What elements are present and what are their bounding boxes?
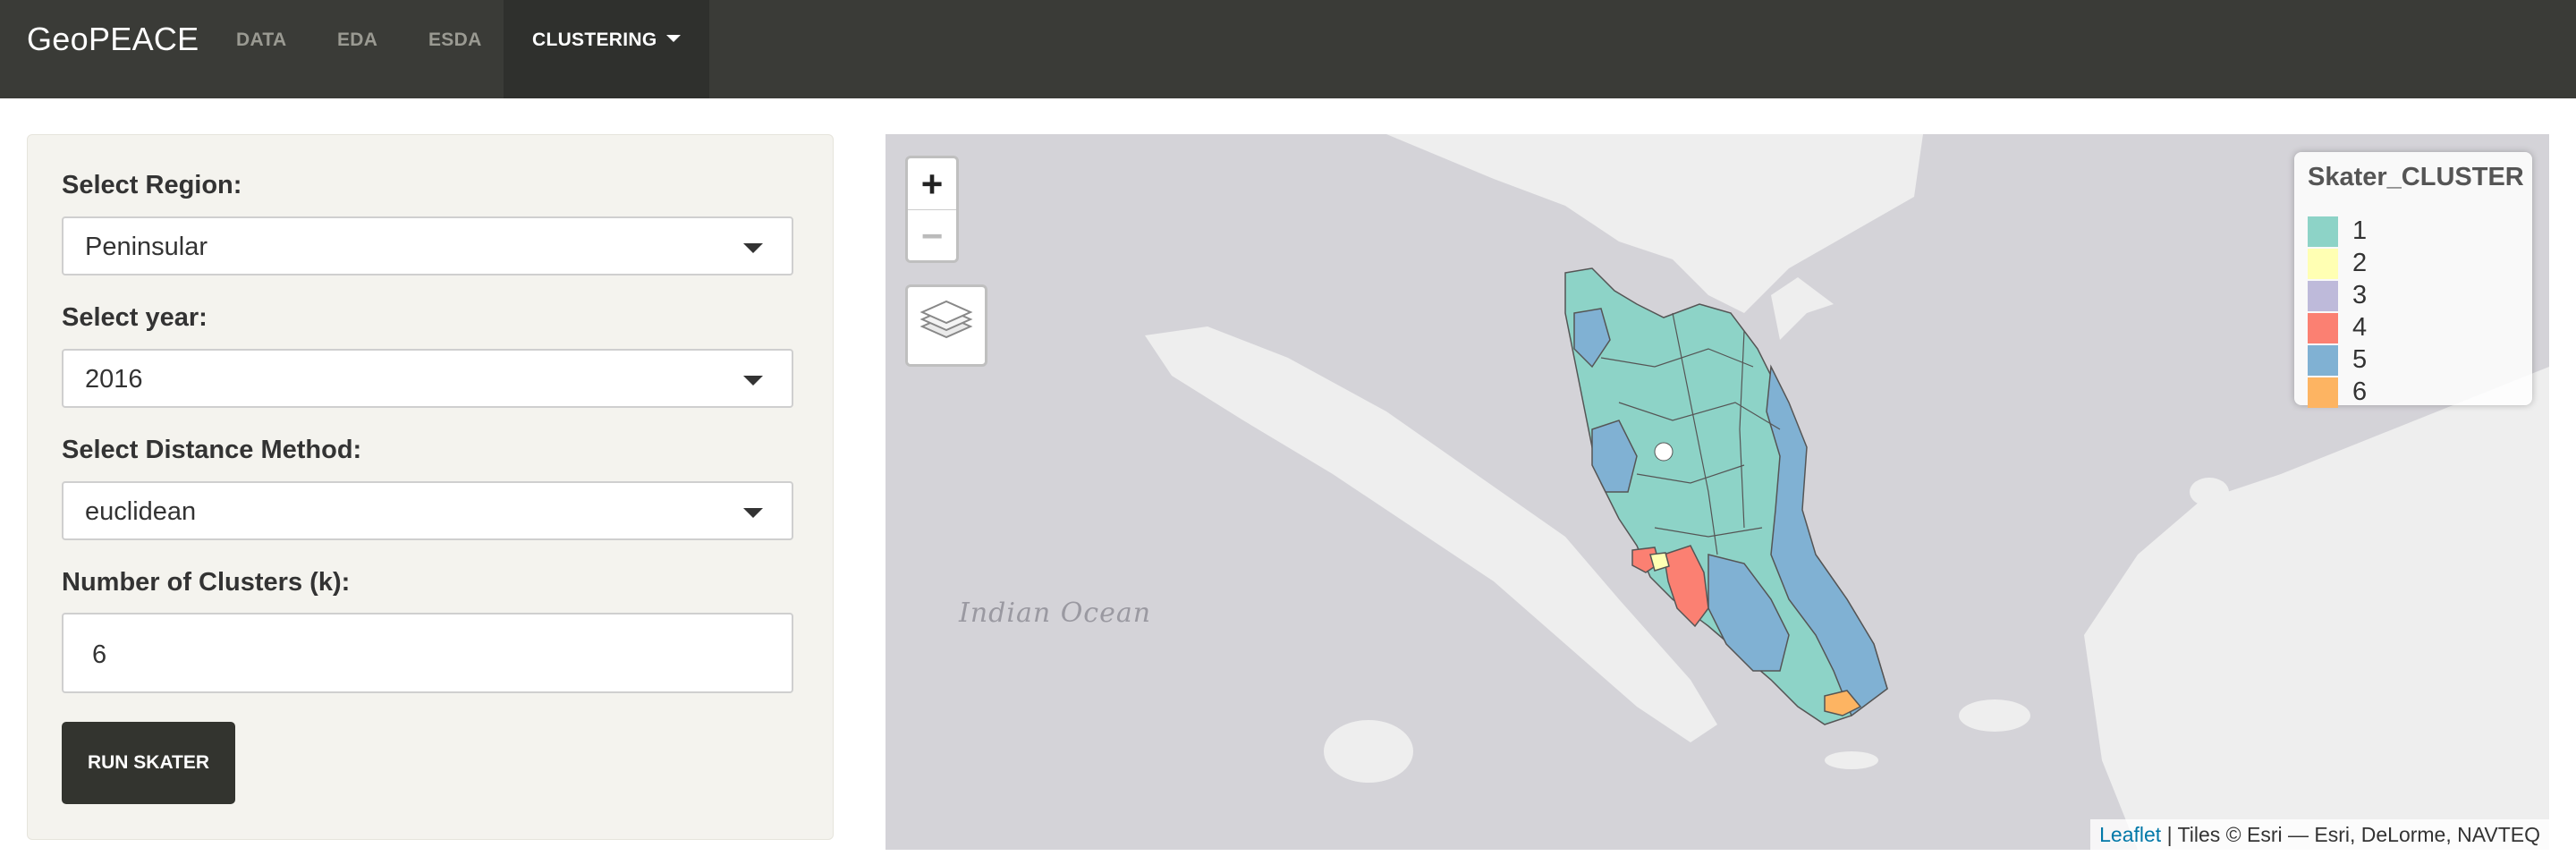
layers-icon (919, 300, 973, 339)
run-skater-button[interactable]: RUN SKATER (62, 722, 235, 804)
legend-title: Skater_CLUSTER (2308, 163, 2524, 191)
caret-down-icon (743, 243, 763, 253)
legend-label: 5 (2352, 345, 2368, 374)
legend-swatch (2308, 345, 2338, 376)
clusters-input[interactable]: 6 (62, 613, 793, 693)
clusters-input-value: 6 (92, 640, 107, 669)
map-legend: Skater_CLUSTER 1 2 3 4 5 6 (2294, 152, 2532, 408)
zoom-out-button[interactable]: − (908, 210, 956, 261)
island (1324, 720, 1413, 783)
region-select-value: Peninsular (85, 233, 208, 261)
layers-control-button[interactable] (905, 284, 987, 367)
nav-tab-clustering[interactable]: CLUSTERING (504, 0, 709, 98)
region-select[interactable]: Peninsular (62, 216, 793, 275)
navbar: GeoPEACE DATA EDA ESDA CLUSTERING (0, 0, 2576, 98)
borneo-landmass (2084, 367, 2549, 850)
ocean-label: Indian Ocean (959, 598, 1152, 629)
map-view[interactable]: + − Indian Ocean Skater_CLUSTER 1 2 3 4 (886, 134, 2549, 850)
island (2190, 478, 2229, 506)
caret-down-icon (743, 376, 763, 386)
legend-label: 4 (2352, 313, 2368, 342)
map-attribution: Leaflet | Tiles © Esri — Esri, DeLorme, … (2090, 819, 2549, 850)
attribution-text: | Tiles © Esri — Esri, DeLorme, NAVTEQ (2161, 823, 2540, 846)
region-label: Select Region: (62, 171, 242, 199)
nav-tab-data[interactable]: DATA (236, 0, 286, 98)
distance-select[interactable]: euclidean (62, 481, 793, 540)
legend-label: 6 (2352, 377, 2368, 406)
mainland-landmass (1386, 134, 1923, 313)
nav-tab-eda[interactable]: EDA (337, 0, 377, 98)
distance-label: Select Distance Method: (62, 436, 362, 464)
nav-tab-esda[interactable]: ESDA (428, 0, 482, 98)
zoom-in-button[interactable]: + (908, 158, 956, 210)
legend-label: 3 (2352, 281, 2368, 309)
legend-label: 2 (2352, 249, 2368, 277)
legend-label: 1 (2352, 216, 2368, 245)
nav-tab-clustering-label: CLUSTERING (532, 30, 657, 50)
clusters-label: Number of Clusters (k): (62, 568, 351, 597)
year-select[interactable]: 2016 (62, 349, 793, 408)
legend-swatch (2308, 281, 2338, 311)
island (1825, 751, 1878, 769)
caret-down-icon (743, 508, 763, 518)
legend-swatch (2308, 313, 2338, 343)
distance-select-value: euclidean (85, 497, 197, 526)
legend-swatch (2308, 216, 2338, 247)
zoom-control: + − (905, 156, 959, 263)
year-label: Select year: (62, 303, 208, 332)
sidebar-panel: Select Region: Peninsular Select year: 2… (27, 134, 834, 840)
leaflet-link[interactable]: Leaflet (2099, 823, 2161, 846)
legend-swatch (2308, 249, 2338, 279)
island (1959, 699, 2030, 732)
brand-title[interactable]: GeoPEACE (27, 21, 199, 58)
unassigned-region (1654, 442, 1674, 462)
caret-down-icon (665, 35, 681, 43)
year-select-value: 2016 (85, 365, 143, 394)
mainland-landmass (1771, 277, 1834, 340)
legend-swatch (2308, 377, 2338, 408)
